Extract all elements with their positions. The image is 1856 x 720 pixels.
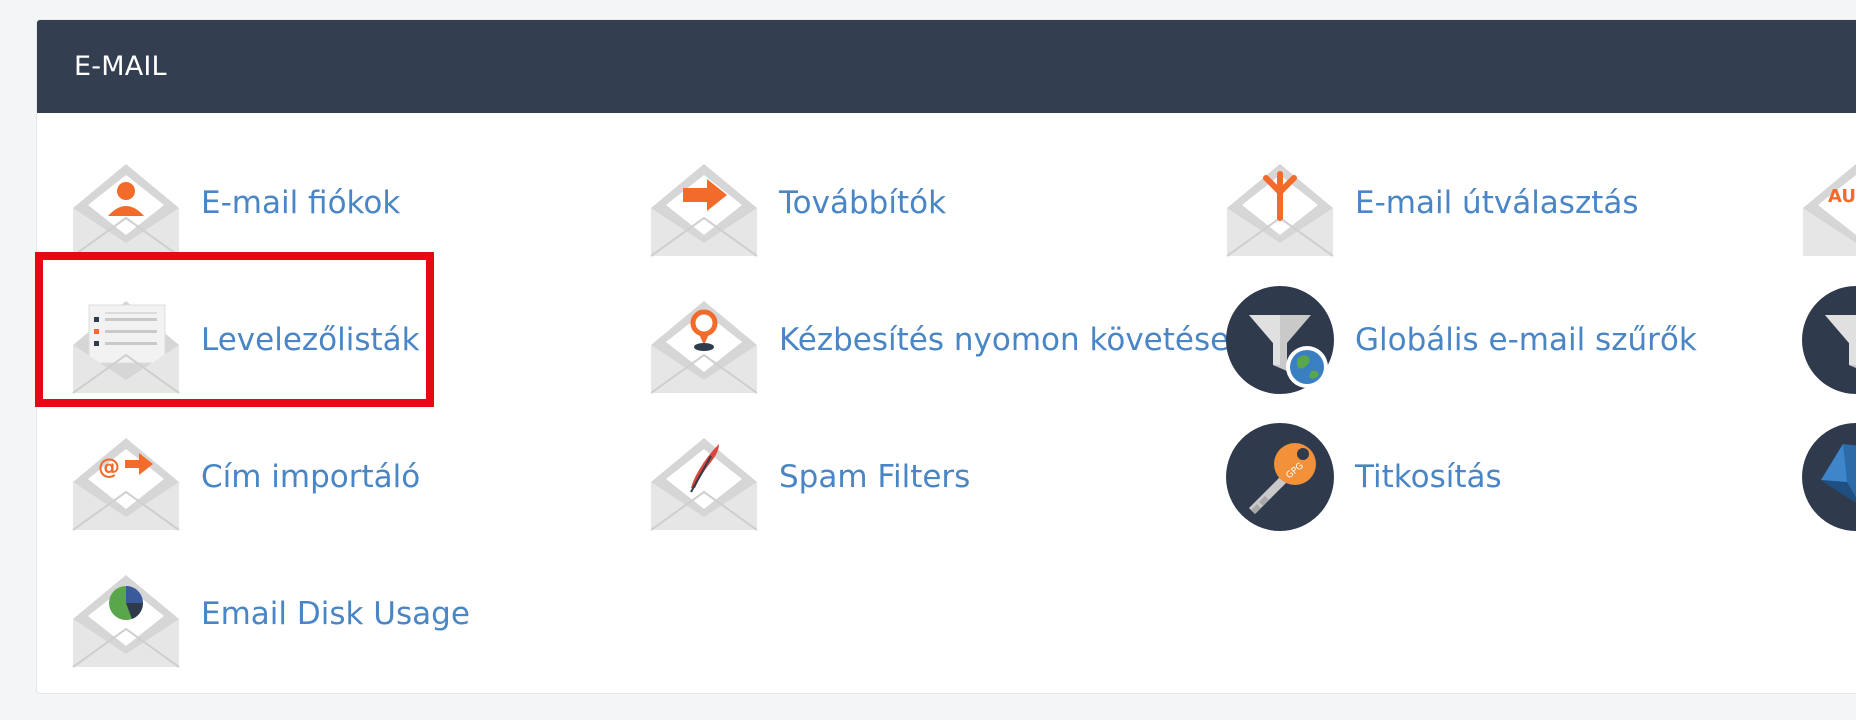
track-delivery-label: Kézbesítés nyomon követése xyxy=(779,322,1230,358)
global-filters-label: Globális e-mail szűrők xyxy=(1355,322,1697,358)
address-importer-link[interactable]: @ Cím importáló xyxy=(71,422,420,532)
panel-header: E-MAIL xyxy=(37,20,1856,113)
autoresponder-icon-text: AU xyxy=(1828,186,1856,207)
email-disk-usage-label: Email Disk Usage xyxy=(201,596,470,632)
svg-text:@: @ xyxy=(98,455,120,480)
forward-arrow-icon xyxy=(649,148,759,258)
spam-filters-label: Spam Filters xyxy=(779,459,971,495)
gpg-key-icon: GPG xyxy=(1225,422,1335,532)
autoresponder-icon: AU xyxy=(1801,148,1856,258)
forwarders-link[interactable]: Továbbítók xyxy=(649,148,946,258)
forwarders-label: Továbbítók xyxy=(779,185,947,221)
funnel-globe-icon xyxy=(1225,285,1335,395)
mailing-lists-link[interactable]: Levelezőlisták xyxy=(71,285,420,395)
address-importer-label: Cím importáló xyxy=(201,459,421,495)
email-disk-usage-link[interactable]: Email Disk Usage xyxy=(71,559,470,669)
pie-chart-icon xyxy=(71,559,181,669)
feather-quill-icon xyxy=(649,422,759,532)
email-panel: E-MAIL E-mail fiókok Továbbítók E-mail ú… xyxy=(36,19,1856,694)
boxtrapper-link[interactable] xyxy=(1801,422,1856,532)
mailing-list-icon xyxy=(71,285,181,395)
email-filters-link[interactable] xyxy=(1801,285,1856,395)
spam-filters-link[interactable]: Spam Filters xyxy=(649,422,970,532)
email-routing-link[interactable]: E-mail útválasztás xyxy=(1225,148,1639,258)
blue-gem-icon xyxy=(1801,422,1856,532)
mailing-lists-label: Levelezőlisták xyxy=(201,322,420,358)
encryption-label: Titkosítás xyxy=(1355,459,1502,495)
email-account-icon xyxy=(71,148,181,258)
email-accounts-label: E-mail fiókok xyxy=(201,185,401,221)
encryption-link[interactable]: GPG Titkosítás xyxy=(1225,422,1502,532)
autoresponders-link[interactable]: AU xyxy=(1801,148,1856,258)
location-pin-icon xyxy=(649,285,759,395)
funnel-icon xyxy=(1801,285,1856,395)
panel-title: E-MAIL xyxy=(74,51,167,82)
routing-fork-icon xyxy=(1225,148,1335,258)
email-accounts-link[interactable]: E-mail fiókok xyxy=(71,148,400,258)
at-sign-arrow-icon: @ xyxy=(71,422,181,532)
email-routing-label: E-mail útválasztás xyxy=(1355,185,1639,221)
global-filters-link[interactable]: Globális e-mail szűrők xyxy=(1225,285,1697,395)
track-delivery-link[interactable]: Kézbesítés nyomon követése xyxy=(649,285,1229,395)
